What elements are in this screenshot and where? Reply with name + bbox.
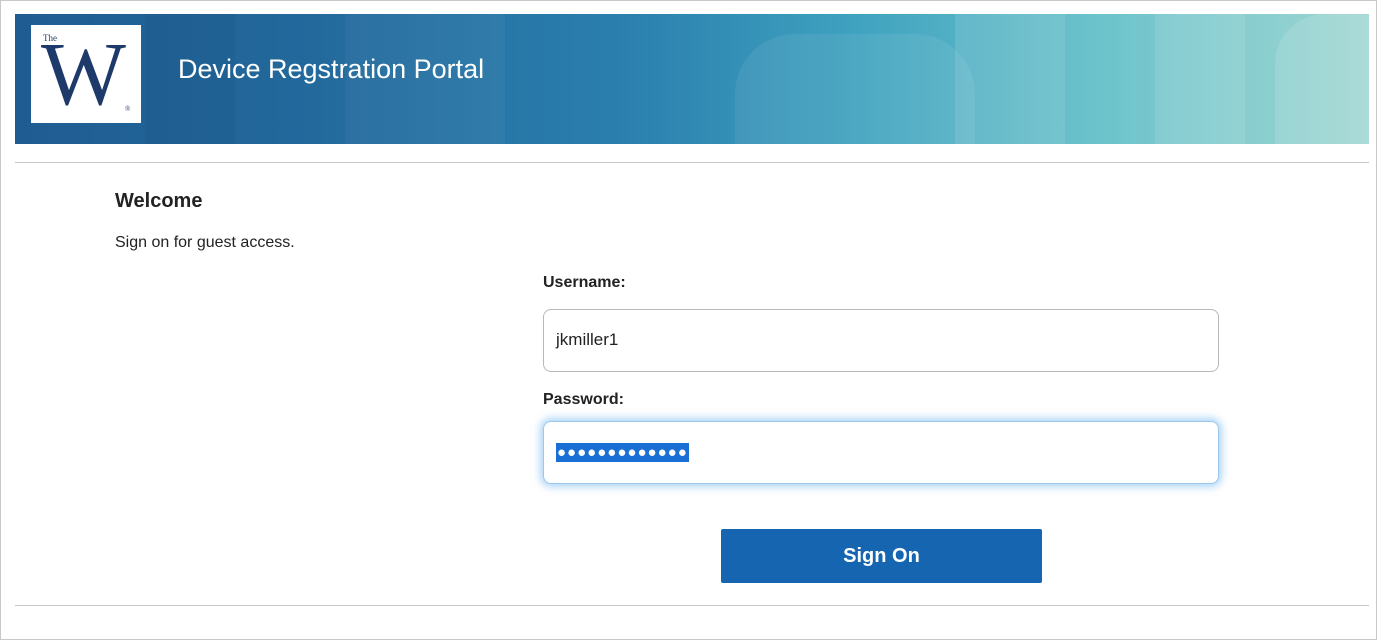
header-decoration [955,14,1065,144]
welcome-subtitle: Sign on for guest access. [115,234,295,251]
portal-header: The W ® Device Regstration Portal [15,14,1369,144]
logo-registered-mark: ® [125,105,131,113]
welcome-heading: Welcome [115,190,203,212]
header-decoration [735,34,975,144]
password-label: Password: [543,391,624,408]
password-input[interactable]: ●●●●●●●●●●●●● [543,421,1219,484]
header-decoration [1155,14,1245,144]
sign-on-button[interactable]: Sign On [721,529,1042,583]
header-divider [15,162,1369,163]
header-decoration [1275,14,1369,144]
page-frame: The W ® Device Regstration Portal Welcom… [0,0,1377,640]
brand-logo: The W ® [31,25,141,123]
password-value: ●●●●●●●●●●●●● [556,443,689,462]
logo-letter: W [41,25,126,124]
footer-divider [15,605,1369,606]
username-input[interactable]: jkmiller1 [543,309,1219,372]
username-label: Username: [543,274,626,291]
portal-title: Device Regstration Portal [178,54,485,84]
username-value: jkmiller1 [556,330,619,349]
